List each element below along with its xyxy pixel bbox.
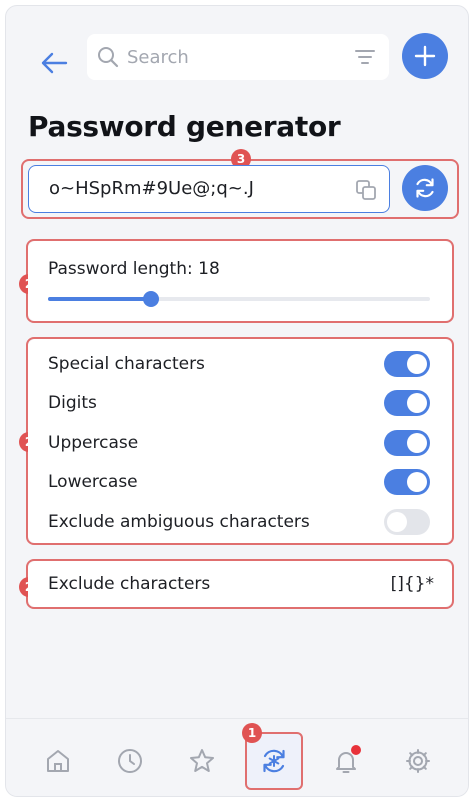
nav-history[interactable] — [110, 741, 150, 781]
toggle-knob — [407, 472, 427, 492]
length-slider[interactable] — [48, 291, 430, 307]
option-label: Uppercase — [48, 433, 139, 453]
toggle-knob — [387, 512, 407, 532]
option-uppercase: Uppercase — [48, 429, 430, 459]
option-label: Lowercase — [48, 472, 138, 492]
option-lowercase: Lowercase — [48, 468, 430, 498]
gear-icon — [406, 749, 430, 773]
notification-dot — [351, 745, 361, 755]
option-label: Exclude ambiguous characters — [48, 512, 310, 532]
add-button[interactable] — [402, 33, 448, 79]
plus-icon — [414, 45, 436, 67]
toggle-uppercase[interactable] — [384, 430, 430, 456]
toggle-special-characters[interactable] — [384, 351, 430, 377]
filter-icon[interactable] — [355, 48, 375, 66]
toggle-knob — [407, 393, 427, 413]
search-icon — [98, 47, 119, 68]
search-input[interactable] — [127, 43, 347, 71]
refresh-icon — [416, 178, 434, 198]
bottom-nav: 1 — [6, 718, 468, 796]
regenerate-button[interactable] — [402, 165, 448, 211]
star-icon — [190, 749, 214, 772]
exclude-characters-row[interactable]: Exclude characters []{}* — [28, 561, 452, 607]
arrow-left-icon — [41, 52, 68, 74]
toggle-digits[interactable] — [384, 390, 430, 416]
history-icon — [118, 749, 142, 773]
toggle-knob — [407, 354, 427, 374]
toggle-exclude-ambiguous[interactable] — [384, 509, 430, 535]
toggle-knob — [407, 433, 427, 453]
password-length-label: Password length: 18 — [48, 259, 220, 279]
generator-icon — [263, 749, 285, 773]
home-icon — [47, 750, 69, 772]
back-button[interactable] — [32, 41, 76, 85]
exclude-characters-value[interactable]: []{}* — [391, 574, 434, 594]
password-field[interactable]: o~HSpRm#9Ue@;q~.J — [28, 165, 390, 213]
option-digits: Digits — [48, 389, 430, 419]
copy-icon[interactable] — [355, 179, 377, 201]
nav-settings[interactable] — [398, 741, 438, 781]
option-label: Digits — [48, 393, 97, 413]
length-slider-fill — [48, 297, 152, 301]
length-slider-thumb[interactable] — [143, 291, 160, 307]
app-frame: Password generator 3 o~HSpRm#9Ue@;q~.J 2… — [5, 5, 469, 797]
page-title: Password generator — [28, 110, 341, 143]
step-badge-1: 1 — [242, 723, 262, 743]
nav-generator[interactable] — [254, 741, 294, 781]
length-card: Password length: 18 — [28, 241, 452, 321]
nav-favorites[interactable] — [182, 741, 222, 781]
option-special-characters: Special characters — [48, 350, 430, 380]
exclude-characters-label: Exclude characters — [48, 574, 211, 594]
nav-home[interactable] — [38, 741, 78, 781]
search-box[interactable] — [87, 34, 389, 80]
options-card: Special characters Digits Uppercase Lowe… — [28, 339, 452, 543]
password-value: o~HSpRm#9Ue@;q~.J — [49, 178, 254, 199]
option-label: Special characters — [48, 354, 205, 374]
option-exclude-ambiguous: Exclude ambiguous characters — [48, 508, 430, 538]
toggle-lowercase[interactable] — [384, 469, 430, 495]
